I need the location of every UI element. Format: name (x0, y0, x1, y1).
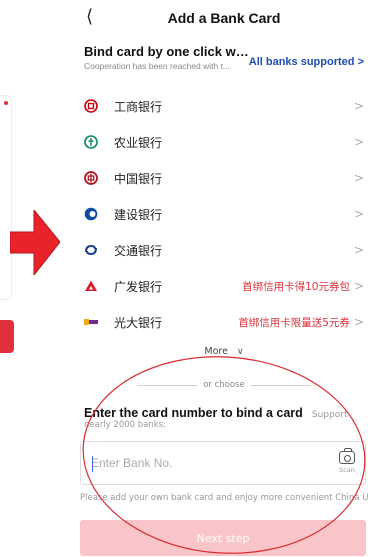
more-banks-button[interactable]: More ∨ (80, 346, 368, 357)
card-number-input[interactable] (91, 456, 311, 470)
add-card-note: Please add your own bank card and enjoy … (80, 493, 368, 503)
chevron-right-icon: > (357, 56, 364, 68)
bank-list: 工商银行 > 农业银行 > 中国银行 > 建设银行 > 交通银行 > 广发银行 … (80, 88, 368, 340)
chevron-right-icon: > (353, 135, 364, 149)
one-click-title: Bind card by one click with... (84, 44, 250, 59)
boc-logo-icon (84, 171, 98, 185)
bank-name: 中国银行 (114, 171, 163, 186)
promo-text: 首绑信用卡限量送5元券 (238, 316, 350, 329)
chevron-down-icon: ∨ (237, 347, 244, 357)
ccb-logo-icon (84, 207, 98, 221)
bank-item-cgb[interactable]: 广发银行 首绑信用卡得10元券包 > (80, 268, 368, 304)
card-number-field[interactable]: Scan (80, 441, 366, 485)
bocom-logo-icon (84, 243, 98, 257)
icbc-logo-icon (84, 99, 98, 113)
all-banks-label: All banks supported (248, 56, 355, 68)
camera-icon (339, 448, 355, 464)
bank-item-icbc[interactable]: 工商银行 > (80, 88, 368, 124)
bank-item-abc[interactable]: 农业银行 > (80, 124, 368, 160)
nav-header: ⟨ Add a Bank Card (80, 0, 368, 36)
one-click-subtitle: Cooperation has been reached with t... (84, 61, 231, 71)
bank-item-ccb[interactable]: 建设银行 > (80, 196, 368, 232)
bank-item-ceb[interactable]: 光大银行 首绑信用卡限量送5元券 > (80, 304, 368, 340)
text-cursor (92, 456, 93, 472)
next-step-button[interactable]: Next step (80, 520, 366, 556)
or-choose-divider: or choose (80, 379, 368, 391)
divider-line (250, 384, 311, 386)
page-title: Add a Bank Card (167, 10, 281, 26)
cgb-logo-icon (84, 279, 98, 293)
previous-screen-button (0, 320, 14, 353)
bank-name: 广发银行 (114, 279, 163, 294)
chevron-right-icon: > (353, 171, 364, 185)
chevron-right-icon: > (353, 315, 364, 329)
divider-line (137, 384, 198, 386)
bank-name: 光大银行 (114, 315, 163, 330)
chevron-right-icon: > (353, 279, 364, 293)
marker-dot (4, 101, 8, 105)
manual-entry-title: Enter the card number to bind a card (84, 406, 303, 420)
manual-entry-support: Support (311, 410, 348, 420)
bank-name: 建设银行 (114, 207, 163, 222)
back-icon[interactable]: ⟨ (86, 8, 93, 26)
bank-item-bocom[interactable]: 交通银行 > (80, 232, 368, 268)
promo-text: 首绑信用卡得10元券包 (242, 280, 350, 293)
chevron-right-icon: > (353, 243, 364, 257)
more-label: More (204, 346, 228, 357)
screen: ⟨ Add a Bank Card Bind card by one click… (0, 0, 368, 557)
bank-name: 交通银行 (114, 243, 163, 258)
ceb-logo-icon (84, 315, 98, 329)
scan-button[interactable]: Scan (339, 448, 355, 474)
manual-entry-header: Enter the card number to bind a card Sup… (84, 402, 368, 421)
bank-name: 农业银行 (114, 135, 163, 150)
red-arrow-annotation (10, 210, 60, 275)
chevron-right-icon: > (353, 207, 364, 221)
one-click-section: Bind card by one click with... Cooperati… (84, 44, 368, 71)
abc-logo-icon (84, 135, 98, 149)
bank-item-boc[interactable]: 中国银行 > (80, 160, 368, 196)
bank-name: 工商银行 (114, 99, 163, 114)
chevron-right-icon: > (353, 99, 364, 113)
scan-label: Scan (339, 466, 355, 474)
manual-entry-subtitle: nearly 2000 banks: (84, 420, 166, 430)
or-choose-label: or choose (203, 380, 245, 390)
all-banks-link[interactable]: All banks supported > (249, 56, 364, 68)
